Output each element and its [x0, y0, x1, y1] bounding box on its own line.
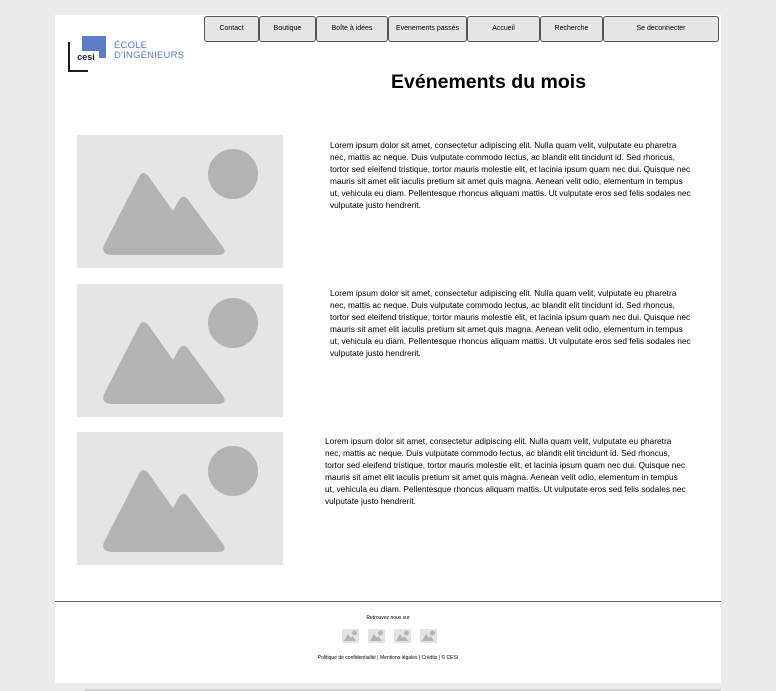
page-container: cesi ÉCOLE D'INGÉNIEURS Contact Boutique… — [55, 15, 721, 683]
nav-contact-button[interactable]: Contact — [204, 16, 259, 42]
logo-mark-text: cesi — [73, 51, 99, 63]
cesi-logo[interactable]: cesi ÉCOLE D'INGÉNIEURS — [68, 35, 184, 75]
image-placeholder-icon — [103, 149, 258, 255]
logo-frame-bottom — [68, 70, 88, 72]
social-image-icon[interactable] — [368, 629, 385, 643]
event-image-1 — [77, 135, 283, 268]
image-placeholder-icon — [103, 298, 258, 404]
social-image-icon[interactable] — [394, 629, 411, 643]
event-text-2: Lorem ipsum dolor sit amet, consectetur … — [330, 288, 691, 359]
page-title: Evénements du mois — [391, 71, 587, 93]
credits-link[interactable]: Crédits — [422, 655, 438, 661]
copyright-text: © CESI — [441, 655, 459, 661]
event-text-3: Lorem ipsum dolor sit amet, consectetur … — [325, 436, 686, 507]
nav-search-button[interactable]: Recherche — [540, 16, 603, 42]
footer-links: Politique de confidentialité | Mentions … — [55, 655, 721, 661]
social-image-icon[interactable] — [342, 629, 359, 643]
main-nav: Contact Boutique Boîte à idées Evenement… — [204, 16, 719, 42]
logo-text: ÉCOLE D'INGÉNIEURS — [114, 41, 184, 61]
social-links — [342, 629, 442, 643]
logo-frame-left — [68, 42, 70, 72]
nav-logout-button[interactable]: Se deconnecter — [603, 16, 719, 42]
footer-follow-label: Retrouvez nous sur — [366, 615, 410, 621]
event-image-3 — [77, 432, 283, 565]
nav-idea-box-button[interactable]: Boîte à idées — [316, 16, 388, 42]
nav-home-button[interactable]: Accueil — [467, 16, 540, 42]
logo-mark: cesi — [68, 35, 108, 72]
legal-notice-link[interactable]: Mentions légales — [380, 655, 418, 661]
footer-divider — [55, 601, 721, 602]
event-text-1: Lorem ipsum dolor sit amet, consectetur … — [330, 140, 691, 211]
logo-line-2: D'INGÉNIEURS — [114, 50, 185, 61]
privacy-policy-link[interactable]: Politique de confidentialité — [318, 655, 376, 661]
nav-past-events-button[interactable]: Evenements passés — [388, 16, 467, 42]
event-image-2 — [77, 284, 283, 417]
social-image-icon[interactable] — [420, 629, 437, 643]
nav-boutique-button[interactable]: Boutique — [259, 16, 316, 42]
image-placeholder-icon — [103, 446, 258, 552]
